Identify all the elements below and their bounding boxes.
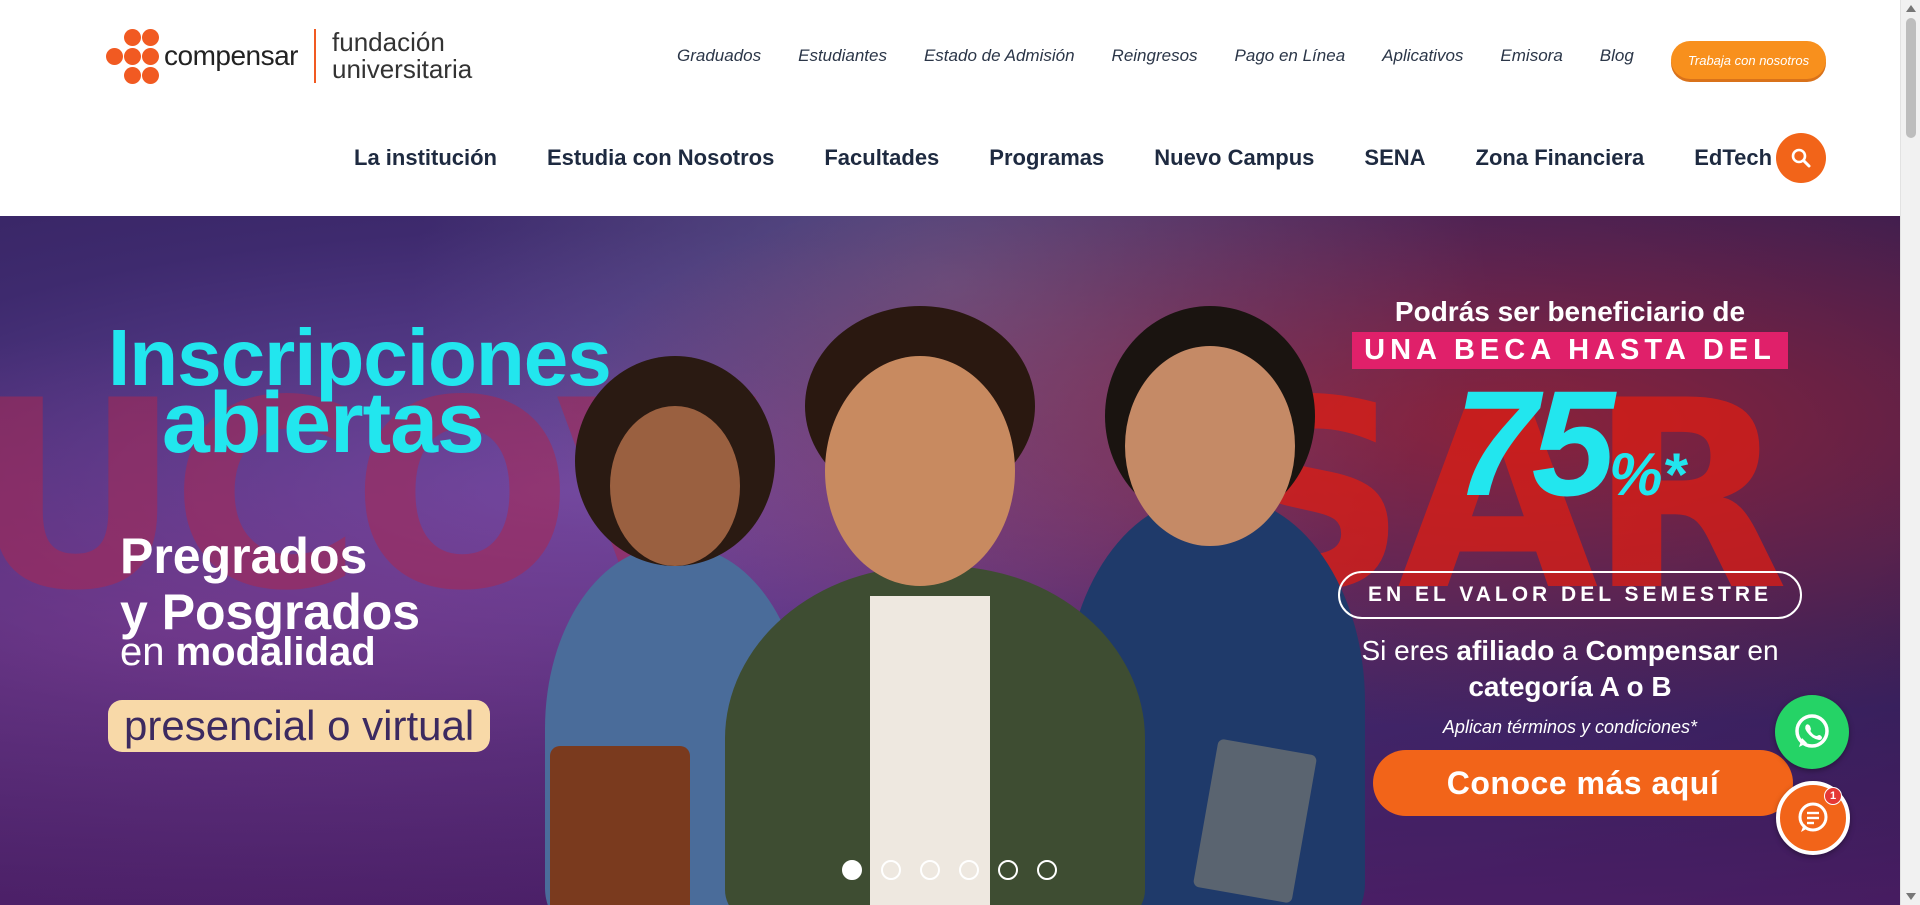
work-with-us-button[interactable]: Trabaja con nosotros	[1671, 41, 1826, 79]
promo-line1: Podrás ser beneficiario de	[1394, 296, 1746, 327]
top-nav-pago-en-linea[interactable]: Pago en Línea	[1235, 46, 1346, 66]
carousel-dot-2[interactable]	[881, 860, 901, 880]
scroll-up-arrow-icon[interactable]	[1906, 5, 1916, 12]
logo-subtitle-line1: fundación	[332, 27, 445, 57]
site-header: compensar fundación universitaria Gradua…	[0, 0, 1900, 216]
main-nav-institucion[interactable]: La institución	[354, 145, 497, 171]
logo-divider	[314, 29, 317, 83]
main-nav-zona-financiera[interactable]: Zona Financiera	[1476, 145, 1645, 171]
promo-semester-box: EN EL VALOR DEL SEMESTRE	[1337, 571, 1803, 619]
main-nav-estudia[interactable]: Estudia con Nosotros	[547, 145, 774, 171]
top-nav-graduados[interactable]: Graduados	[677, 46, 761, 66]
carousel-dot-1[interactable]	[842, 860, 862, 880]
top-nav-aplicativos[interactable]: Aplicativos	[1382, 46, 1463, 66]
carousel-dots	[842, 860, 1076, 880]
main-nav-nuevo-campus[interactable]: Nuevo Campus	[1154, 145, 1314, 171]
promo-number: 75	[1454, 359, 1615, 527]
hero-modality-pre: en	[120, 630, 176, 674]
promo-text-pre: Si eres	[1361, 635, 1457, 666]
promo-text-post: en	[1739, 635, 1779, 666]
promo-text-afiliado: afiliado	[1456, 635, 1555, 666]
top-nav: Graduados Estudiantes Estado de Admisión…	[677, 46, 1671, 66]
main-nav-programas[interactable]: Programas	[989, 145, 1104, 171]
main-nav: La institución Estudia con Nosotros Facu…	[354, 145, 1822, 171]
promo-eligibility: Si eres afiliado a Compensar en categoría…	[1330, 633, 1810, 705]
carousel-dot-5[interactable]	[998, 860, 1018, 880]
logo-subtitle-line2: universitaria	[332, 54, 473, 84]
carousel-dot-6[interactable]	[1037, 860, 1057, 880]
top-nav-estudiantes[interactable]: Estudiantes	[798, 46, 887, 66]
scroll-thumb[interactable]	[1906, 18, 1916, 138]
logo-subtitle: fundación universitaria	[332, 29, 472, 83]
logo-wordmark: compensar	[164, 40, 299, 71]
scholarship-promo: Podrás ser beneficiario de UNA BECA HAST…	[1330, 296, 1810, 738]
hero-subtitle: Pregrados y Posgrados	[120, 528, 420, 640]
top-nav-estado-admision[interactable]: Estado de Admisión	[924, 46, 1075, 66]
hero-modality-line: en modalidad	[120, 630, 376, 675]
promo-percent-sign: %*	[1609, 441, 1686, 508]
top-nav-emisora[interactable]: Emisora	[1500, 46, 1562, 66]
carousel-dot-4[interactable]	[959, 860, 979, 880]
chat-icon	[1798, 802, 1828, 832]
whatsapp-icon	[1795, 714, 1829, 748]
top-nav-reingresos[interactable]: Reingresos	[1112, 46, 1198, 66]
top-nav-blog[interactable]: Blog	[1600, 46, 1634, 66]
hero-title-line2: abiertas	[162, 375, 485, 471]
search-button[interactable]	[1776, 133, 1826, 183]
promo-text-mid: a	[1554, 635, 1586, 666]
promo-terms: Aplican términos y condiciones*	[1442, 717, 1698, 737]
scroll-down-arrow-icon[interactable]	[1906, 893, 1916, 900]
main-nav-sena[interactable]: SENA	[1364, 145, 1425, 171]
main-nav-edtech[interactable]: EdTech	[1694, 145, 1772, 171]
learn-more-button[interactable]: Conoce más aquí	[1373, 750, 1793, 816]
hero-modality-pill: presencial o virtual	[108, 700, 491, 752]
main-nav-facultades[interactable]: Facultades	[824, 145, 939, 171]
hero-banner[interactable]: UCOV SAR Inscripciones abiertas Pregrado…	[0, 216, 1900, 905]
hero-students-image	[505, 276, 1405, 905]
whatsapp-button[interactable]	[1775, 695, 1849, 769]
chat-button[interactable]: 1	[1776, 781, 1850, 855]
page-scrollbar[interactable]	[1900, 0, 1920, 905]
site-logo[interactable]: compensar fundación universitaria	[105, 26, 472, 86]
hero-modality-bold: modalidad	[175, 630, 376, 674]
chat-notification-badge: 1	[1824, 787, 1842, 805]
promo-text-category: categoría A o B	[1468, 671, 1672, 702]
promo-percentage: 75%*	[1330, 368, 1810, 545]
carousel-dot-3[interactable]	[920, 860, 940, 880]
search-icon	[1791, 148, 1811, 168]
compensar-logo-icon	[105, 28, 160, 84]
promo-text-compensar: Compensar	[1585, 635, 1740, 666]
hero-subtitle-line1: Pregrados	[120, 528, 368, 584]
